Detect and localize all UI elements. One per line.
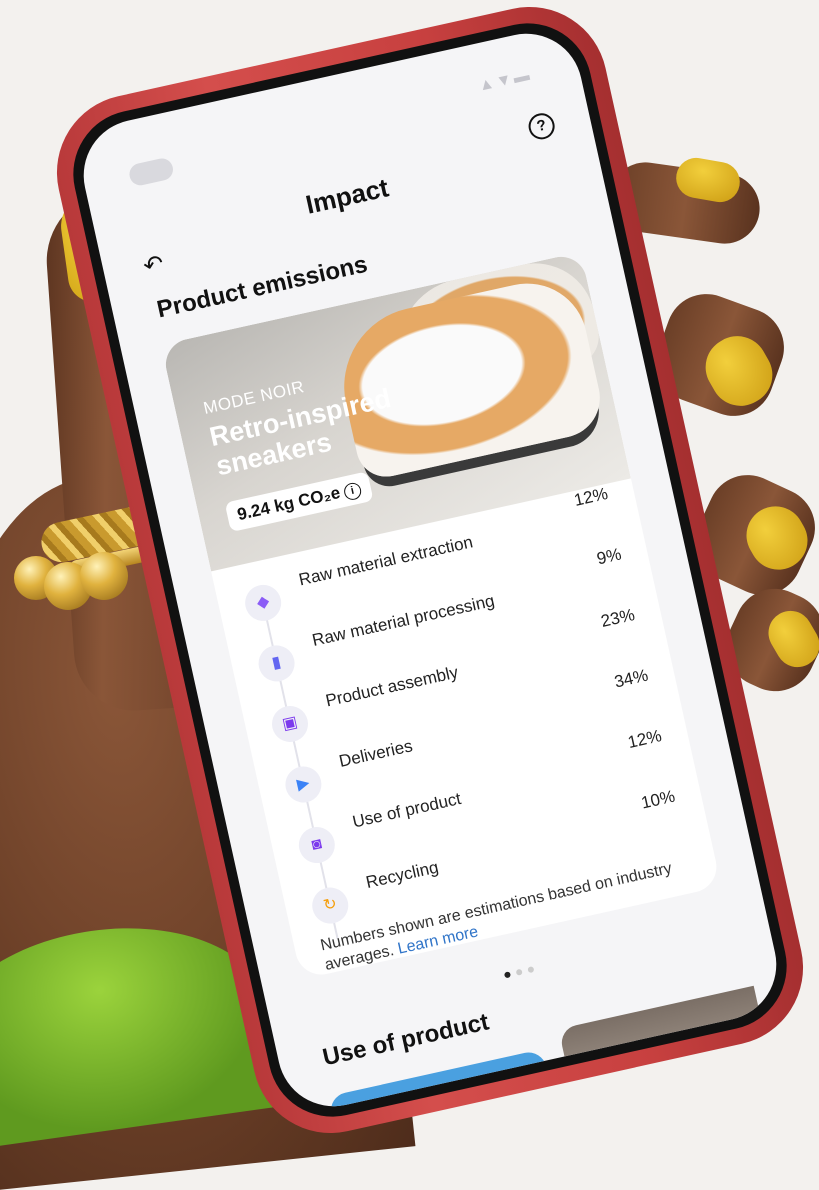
breakdown-percent: 9%	[594, 544, 624, 569]
carousel-dot[interactable]	[527, 966, 535, 974]
gem-icon: ◆	[241, 581, 285, 625]
carousel-dot[interactable]	[503, 971, 512, 979]
carousel-dot[interactable]	[515, 968, 523, 976]
washer-icon: ◙	[295, 823, 339, 867]
ring-bead-3	[80, 552, 128, 600]
emissions-badge[interactable]: 9.24 kg CO₂e i	[224, 471, 374, 533]
status-icons: ▲▼▬	[476, 66, 534, 95]
recycle-icon: ↻	[308, 884, 352, 928]
status-pill	[127, 156, 176, 188]
info-icon[interactable]: i	[342, 481, 363, 502]
book-icon: ▮	[255, 641, 299, 685]
emissions-value: 9.24 kg CO₂e	[235, 482, 342, 525]
sneaker-front	[328, 272, 608, 483]
emissions-card: MODE NOIR Retro-inspired sneakers 9.24 k…	[160, 251, 722, 980]
page-title: Impact	[302, 172, 392, 220]
truck-icon: ▶	[281, 763, 325, 806]
box-icon: ▣	[268, 702, 312, 746]
